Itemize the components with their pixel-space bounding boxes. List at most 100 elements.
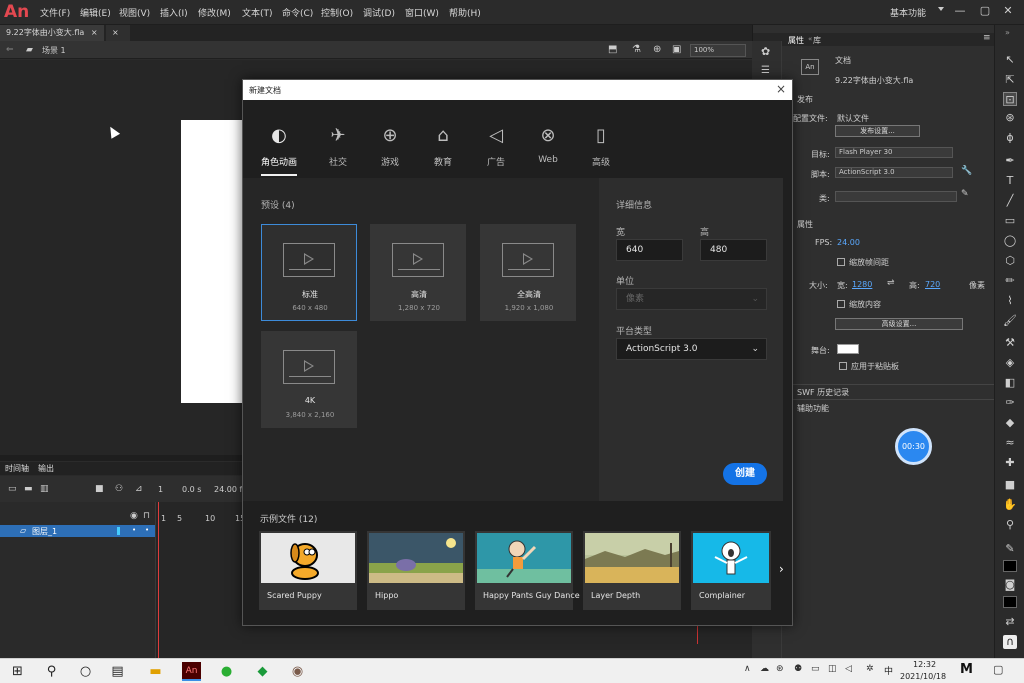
polystar-tool-icon[interactable]: ⬡: [1003, 254, 1017, 268]
layer-row[interactable]: ▱ 图层_1 • •: [0, 525, 155, 537]
volume-icon[interactable]: ◁: [845, 664, 852, 674]
fill-color-swatch[interactable]: [1003, 596, 1017, 608]
brush-tool-icon[interactable]: ⌇: [1003, 294, 1017, 308]
preset-card[interactable]: 全高清 1,920 x 1,080: [480, 224, 576, 321]
wechat-icon[interactable]: ●: [217, 662, 236, 681]
user-avatar-icon[interactable]: ◉: [288, 662, 307, 681]
create-button[interactable]: 创建: [723, 463, 767, 485]
zoom-select[interactable]: 100%: [690, 44, 746, 57]
free-transform-tool-icon[interactable]: ⊡: [1003, 92, 1017, 106]
delete-icon[interactable]: ▥: [40, 484, 49, 494]
visibility-eye-icon[interactable]: ◉: [130, 511, 138, 521]
layer-dot[interactable]: •: [132, 526, 136, 534]
height-input[interactable]: 480: [700, 239, 767, 261]
bone-tool-icon[interactable]: ⚒: [1003, 336, 1017, 350]
stroke-color-swatch[interactable]: [1003, 560, 1017, 572]
snap-icon[interactable]: ∩: [1003, 635, 1017, 649]
recording-timer[interactable]: 00:30: [895, 428, 932, 465]
link-icon[interactable]: ⇌: [887, 278, 895, 288]
input-method-icon[interactable]: ✲: [866, 664, 874, 674]
document-tab[interactable]: 9.22字体由小变大.fla ×: [0, 25, 104, 41]
animate-taskbar-icon[interactable]: An: [182, 662, 201, 681]
oval-tool-icon[interactable]: ◯: [1003, 234, 1017, 248]
app-icon[interactable]: ◆: [253, 662, 272, 681]
preset-card[interactable]: 4K 3,840 x 2,160: [261, 331, 357, 428]
file-explorer-icon[interactable]: ▬: [146, 662, 165, 681]
battery-icon[interactable]: ▭: [811, 664, 820, 674]
rectangle-tool-icon[interactable]: ▭: [1003, 214, 1017, 228]
menu-help[interactable]: 帮助(H): [449, 6, 481, 19]
close-icon[interactable]: ×: [112, 28, 119, 37]
pencil-icon[interactable]: ✎: [961, 189, 969, 199]
minimize-button[interactable]: —: [950, 2, 970, 20]
category-education[interactable]: ⌂ 教育: [423, 123, 463, 168]
camera-icon[interactable]: ■: [95, 484, 104, 494]
layer-dot[interactable]: •: [145, 526, 149, 534]
category-advanced[interactable]: ▯ 高级: [581, 123, 621, 168]
paint-bucket-tool-icon[interactable]: ◈: [1003, 356, 1017, 370]
publish-settings-button[interactable]: 发布设置...: [835, 125, 920, 137]
tab-output[interactable]: 输出: [38, 463, 54, 474]
apply-pasteboard-checkbox[interactable]: [839, 362, 847, 370]
zoom-tool-icon[interactable]: ⚲: [1003, 518, 1017, 532]
fill-color-icon[interactable]: ◙: [1003, 578, 1017, 592]
stroke-color-icon[interactable]: ✎: [1003, 542, 1017, 556]
tray-logo-icon[interactable]: M: [960, 662, 973, 677]
notification-icon[interactable]: ▢: [993, 663, 1003, 676]
chevron-up-icon[interactable]: ∧: [744, 664, 751, 674]
back-arrow-icon[interactable]: ⇐: [6, 45, 14, 55]
camera-tool-icon[interactable]: ■: [1003, 478, 1017, 492]
platform-select[interactable]: ActionScript 3.0 ⌄: [616, 338, 767, 360]
category-social[interactable]: ✈ 社交: [318, 123, 358, 168]
stage-color-swatch[interactable]: [837, 344, 859, 354]
chevron-right-icon[interactable]: ›: [779, 562, 784, 576]
document-tab-2[interactable]: ×: [106, 25, 130, 41]
new-layer-icon[interactable]: ▭: [8, 484, 17, 494]
task-view-icon[interactable]: ▤: [108, 662, 127, 681]
category-games[interactable]: ⊕ 游戏: [370, 123, 410, 168]
workspace-switcher[interactable]: 基本功能: [890, 6, 926, 19]
width-tool-icon[interactable]: ≈: [1003, 436, 1017, 450]
eyedropper-tool-icon[interactable]: ✑: [1003, 396, 1017, 410]
tab-timeline[interactable]: 时间轴: [5, 463, 29, 474]
preset-card[interactable]: 高清 1,280 x 720: [370, 224, 466, 321]
network-icon[interactable]: ◫: [828, 664, 837, 674]
menu-view[interactable]: 视图(V): [119, 6, 150, 19]
dialog-close-button[interactable]: ×: [776, 82, 786, 96]
category-ads[interactable]: ◁ 广告: [476, 123, 516, 168]
scale-content-checkbox[interactable]: [837, 300, 845, 308]
text-tool-icon[interactable]: T: [1003, 174, 1017, 188]
search-icon[interactable]: ⚲: [42, 662, 61, 681]
close-window-button[interactable]: ✕: [998, 2, 1018, 20]
new-folder-icon[interactable]: ▬: [24, 484, 33, 494]
selection-tool-icon[interactable]: ↖: [1003, 53, 1017, 67]
menu-insert[interactable]: 插入(I): [160, 6, 188, 19]
class-field[interactable]: [835, 191, 957, 202]
swatches-icon[interactable]: ✿: [761, 45, 770, 58]
center-stage-icon[interactable]: ⊕: [653, 44, 661, 55]
menu-modify[interactable]: 修改(M): [198, 6, 231, 19]
sample-card[interactable]: Happy Pants Guy Dance: [475, 531, 580, 610]
graph-icon[interactable]: ⊿: [135, 484, 143, 494]
category-character-animation[interactable]: ◐ 角色动画: [259, 123, 299, 168]
category-web[interactable]: ⊗ Web: [528, 123, 568, 165]
wrench-icon[interactable]: 🔧: [961, 166, 972, 176]
ime-indicator[interactable]: 中: [884, 664, 893, 677]
height-value[interactable]: 720: [925, 280, 940, 289]
clip-icon[interactable]: ▣: [672, 44, 681, 55]
advanced-settings-button[interactable]: 高级设置...: [835, 318, 963, 330]
tray-icon[interactable]: ⚉: [794, 664, 802, 674]
cortana-icon[interactable]: ○: [76, 662, 95, 681]
sample-card[interactable]: Scared Puppy: [259, 531, 357, 610]
menu-edit[interactable]: 编辑(E): [80, 6, 111, 19]
cloud-icon[interactable]: ☁: [760, 664, 769, 674]
stage-canvas[interactable]: [181, 120, 243, 403]
paint-brush-tool-icon[interactable]: 🖌: [1003, 314, 1017, 328]
menu-debug[interactable]: 调试(D): [363, 6, 395, 19]
asset-warp-tool-icon[interactable]: ✚: [1003, 456, 1017, 470]
tab-library[interactable]: 库: [813, 35, 821, 46]
panel-collapse-icon[interactable]: «: [808, 35, 812, 43]
paint-bucket-icon[interactable]: ⚗: [632, 44, 641, 55]
lock-icon[interactable]: ⊓: [143, 511, 150, 521]
fps-value[interactable]: 24.00: [837, 238, 860, 247]
